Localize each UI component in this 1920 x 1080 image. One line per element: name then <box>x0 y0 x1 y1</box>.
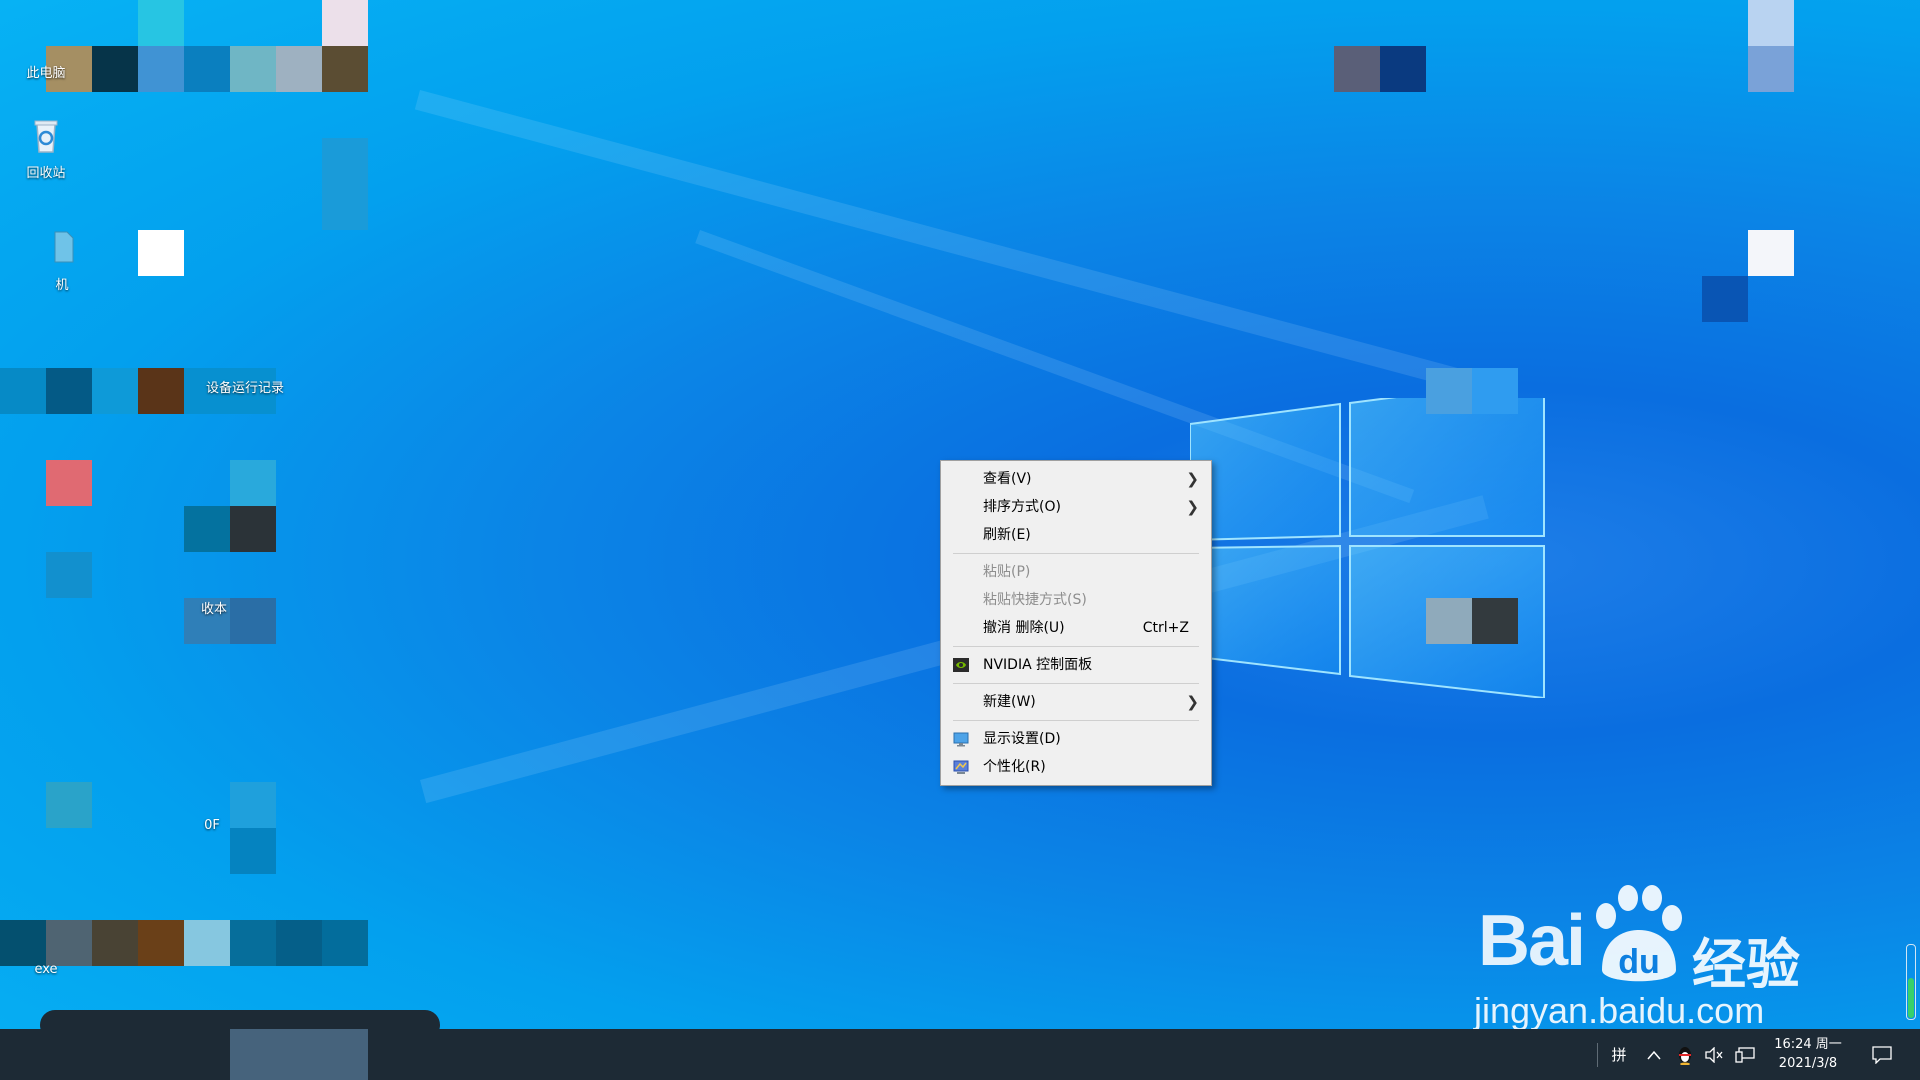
action-center-icon[interactable] <box>1862 1029 1902 1080</box>
desktop-icon-0f[interactable]: 0F <box>166 786 258 833</box>
pixelated-area <box>322 46 368 92</box>
menu-separator <box>953 553 1199 554</box>
desktop-icon-this-pc[interactable]: 此电脑 <box>0 20 92 81</box>
chevron-right-icon: ❯ <box>1186 470 1199 488</box>
pixelated-area <box>92 920 138 966</box>
windows-logo <box>1190 398 1545 698</box>
desktop-icon-device-log[interactable]: 设备运行记录 <box>190 345 300 396</box>
pixelated-area <box>276 46 322 92</box>
light-beam <box>414 90 1483 395</box>
clock-date: 2021/3/8 <box>1778 1056 1838 1071</box>
menu-item-personalize[interactable]: 个性化(R) <box>941 753 1211 781</box>
pixelated-area <box>1380 46 1426 92</box>
menu-separator <box>953 720 1199 721</box>
pixelated-area <box>276 920 322 966</box>
desktop-icon-app[interactable]: 机 <box>16 228 108 293</box>
display-settings-icon <box>953 732 969 747</box>
clock-time: 16:24 周一 <box>1774 1037 1842 1052</box>
pixelated-area <box>46 368 92 414</box>
taskbar-divider <box>1596 1029 1598 1080</box>
pixelated-area <box>184 506 230 552</box>
baidu-jingyan-watermark: du Bai 经验 jingyan.baidu.com <box>1470 880 1850 1029</box>
desktop-icon-exe[interactable]: exe <box>0 920 92 977</box>
pixelated-area <box>138 368 184 414</box>
file-icon <box>54 231 74 263</box>
ime-indicator[interactable]: 拼 <box>1602 1029 1636 1080</box>
pixelated-area <box>1748 0 1794 46</box>
qq-penguin-icon[interactable] <box>1672 1029 1698 1080</box>
menu-item-sort-by[interactable]: 排序方式(O) ❯ <box>941 493 1211 521</box>
pixelated-area <box>230 46 276 92</box>
pixelated-area <box>1472 598 1518 644</box>
pixelated-area <box>138 0 184 46</box>
menu-item-view[interactable]: 查看(V) ❯ <box>941 465 1211 493</box>
chevron-up-icon[interactable] <box>1640 1029 1668 1080</box>
network-icon[interactable] <box>1730 1029 1760 1080</box>
computer-icon <box>27 20 65 58</box>
menu-item-paste-shortcut: 粘贴快捷方式(S) <box>983 592 1087 608</box>
pixelated-area <box>1472 368 1518 414</box>
shortcut-label: Ctrl+Z <box>1142 620 1189 636</box>
pixelated-area <box>138 230 184 276</box>
volume-muted-icon[interactable] <box>1700 1029 1728 1080</box>
pixelated-area <box>184 920 230 966</box>
du-text: du <box>1618 943 1660 981</box>
watermark-url: jingyan.baidu.com <box>1474 990 1765 1029</box>
pixelated-area <box>1426 368 1472 414</box>
pixelated-area <box>184 46 230 92</box>
pixelated-area <box>46 460 92 506</box>
pixelated-area <box>230 920 276 966</box>
menu-item-paste: 粘贴(P) <box>983 564 1031 580</box>
chevron-right-icon: ❯ <box>1186 693 1199 711</box>
pixelated-area <box>230 828 276 874</box>
menu-item-refresh[interactable]: 刷新(E) <box>941 521 1211 549</box>
taskbar-clock[interactable]: 16:24 周一 2021/3/8 <box>1762 1035 1854 1073</box>
desktop-icon-recycle-bin[interactable]: 回收站 <box>0 116 92 181</box>
menu-separator <box>953 683 1199 684</box>
pixelated-area <box>230 460 276 506</box>
pixelated-area <box>1702 276 1748 322</box>
desktop-context-menu[interactable]: 查看(V) ❯ 排序方式(O) ❯ 刷新(E) 粘贴(P) 粘贴快捷方式(S) … <box>940 460 1212 786</box>
chevron-right-icon: ❯ <box>1186 498 1199 516</box>
personalize-icon <box>953 760 969 774</box>
pixelated-area <box>46 782 92 828</box>
pixelated-area <box>322 138 368 230</box>
pixelated-area <box>46 552 92 598</box>
pixelated-area <box>40 1010 440 1029</box>
pixelated-area <box>322 920 368 966</box>
menu-separator <box>953 646 1199 647</box>
pixelated-area <box>138 920 184 966</box>
desktop[interactable]: 此电脑 回收站 机 设备运行记录 收本 0F exe 查看(V) ❯ 排序方式(… <box>0 0 1920 1029</box>
pixelated-area <box>322 0 368 46</box>
pixelated-area <box>138 46 184 92</box>
menu-item-nvidia-control-panel[interactable]: NVIDIA 控制面板 <box>941 651 1211 679</box>
baidu-brand-text: Bai <box>1478 901 1586 981</box>
pixelated-area <box>1334 46 1380 92</box>
taskbar[interactable]: 拼 16:24 周一 2021/3/8 <box>0 1029 1920 1080</box>
desktop-icon-shouben[interactable]: 收本 <box>168 566 260 617</box>
recycle-bin-icon <box>34 120 58 153</box>
menu-item-new[interactable]: 新建(W) ❯ <box>941 688 1211 716</box>
jingyan-text: 经验 <box>1692 933 1800 996</box>
pixelated-area <box>0 368 46 414</box>
volume-indicator <box>1906 944 1916 1020</box>
pixelated-area <box>230 1029 368 1080</box>
pixelated-area <box>1748 230 1794 276</box>
pixelated-area <box>230 506 276 552</box>
pixelated-area <box>1748 46 1794 92</box>
application-icon <box>27 920 65 958</box>
baidu-paw-logo: du <box>1596 885 1682 982</box>
nvidia-icon <box>953 658 969 672</box>
pixelated-area <box>1426 598 1472 644</box>
menu-item-undo-delete[interactable]: 撤消 删除(U) Ctrl+Z <box>941 614 1211 642</box>
menu-item-display-settings[interactable]: 显示设置(D) <box>941 725 1211 753</box>
pixelated-area <box>92 46 138 92</box>
pixelated-area <box>92 368 138 414</box>
